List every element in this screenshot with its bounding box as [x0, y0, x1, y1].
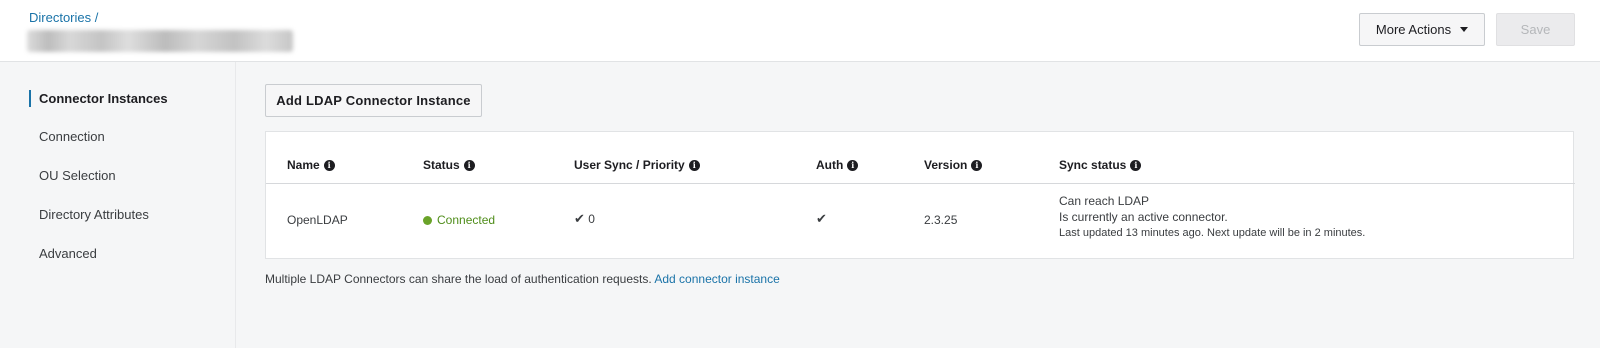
- column-header-label: Version: [924, 158, 968, 172]
- cell-auth: ✔: [816, 212, 827, 227]
- directory-title-blurred: [27, 30, 293, 52]
- footer-note: Multiple LDAP Connectors can share the l…: [265, 272, 780, 286]
- sync-status-updated: Last updated 13 minutes ago. Next update…: [1059, 227, 1366, 239]
- breadcrumb-directories[interactable]: Directories /: [29, 10, 98, 25]
- table-divider: [266, 183, 1575, 184]
- column-header-user-sync-priority: User Sync / Priority i: [574, 158, 700, 172]
- more-actions-label: More Actions: [1375, 22, 1452, 37]
- sidebar-item-ou-selection[interactable]: OU Selection: [39, 168, 116, 183]
- info-icon[interactable]: i: [323, 159, 335, 171]
- status-dot-icon: [423, 216, 432, 225]
- check-icon: ✔: [816, 212, 827, 227]
- more-actions-button[interactable]: More Actions: [1359, 13, 1485, 46]
- cell-version: 2.3.25: [924, 213, 958, 227]
- active-nav-indicator: [29, 90, 31, 107]
- column-header-label: User Sync / Priority: [574, 158, 685, 172]
- footer-note-text: Multiple LDAP Connectors can share the l…: [265, 272, 652, 286]
- column-header-auth: Auth i: [816, 158, 859, 172]
- column-header-sync-status: Sync status i: [1059, 158, 1142, 172]
- status-label: Connected: [437, 213, 496, 227]
- add-ldap-connector-button[interactable]: Add LDAP Connector Instance: [265, 84, 482, 117]
- cell-name: OpenLDAP: [287, 213, 348, 227]
- info-icon[interactable]: i: [847, 159, 859, 171]
- sync-status-active: Is currently an active connector.: [1059, 210, 1228, 224]
- connector-table: Name i Status i User Sync / Priority i A…: [265, 131, 1575, 259]
- page-header: Directories / More Actions Save: [0, 0, 1600, 62]
- sidebar-item-connector-instances[interactable]: Connector Instances: [39, 91, 168, 106]
- column-header-version: Version i: [924, 158, 983, 172]
- column-header-status: Status i: [423, 158, 475, 172]
- column-header-label: Auth: [816, 158, 844, 172]
- cell-status: Connected: [423, 213, 495, 227]
- caret-down-icon: [1460, 27, 1469, 32]
- info-icon[interactable]: i: [463, 159, 475, 171]
- save-button[interactable]: Save: [1496, 13, 1575, 46]
- column-header-name: Name i: [287, 158, 335, 172]
- sidebar-item-connection[interactable]: Connection: [39, 129, 105, 144]
- info-icon[interactable]: i: [688, 159, 700, 171]
- sync-status-reach: Can reach LDAP: [1059, 194, 1150, 208]
- sidebar-item-directory-attributes[interactable]: Directory Attributes: [39, 207, 149, 222]
- info-icon[interactable]: i: [1130, 159, 1142, 171]
- cell-user-sync-priority: ✔ 0: [574, 212, 595, 227]
- priority-value: 0: [588, 212, 595, 226]
- add-connector-instance-link[interactable]: Add connector instance: [654, 272, 779, 286]
- column-header-label: Sync status: [1059, 158, 1127, 172]
- sidebar-item-advanced[interactable]: Advanced: [39, 246, 97, 261]
- info-icon[interactable]: i: [971, 159, 983, 171]
- check-icon: ✔: [574, 212, 585, 227]
- column-header-label: Status: [423, 158, 460, 172]
- column-header-label: Name: [287, 158, 320, 172]
